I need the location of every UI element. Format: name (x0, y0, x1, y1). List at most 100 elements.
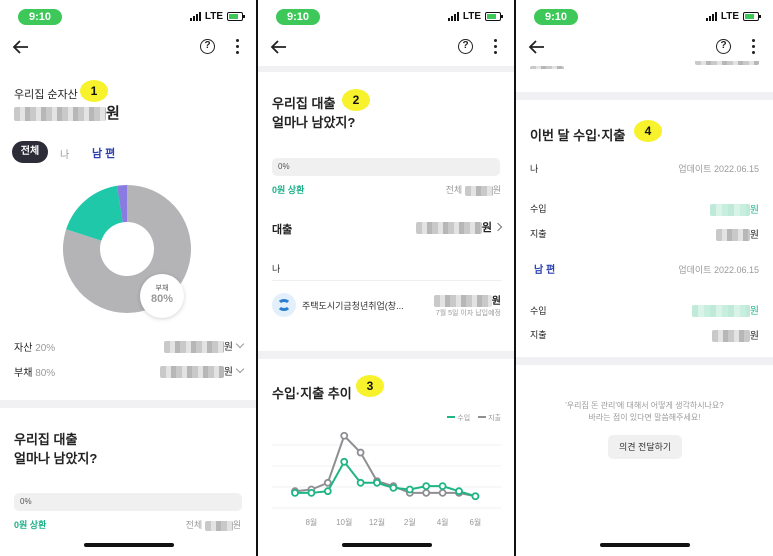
tab-husband[interactable]: 남 편 (92, 145, 115, 161)
network-label: LTE (462, 11, 481, 22)
screen-loan-and-trend: 9:10 LTE ? 우리집 대출 얼마나 남았지? 2 0% 0원 상환 전체 … (258, 0, 515, 556)
home-indicator[interactable] (341, 543, 432, 547)
screen-monthly-income-expense: 9:10 LTE ? 이번 달 수입·지출 4 나 업데이트 2022.06.1… (516, 0, 773, 556)
battery-icon (743, 12, 761, 21)
signal-icon (705, 12, 717, 21)
signal-icon (189, 12, 201, 21)
back-arrow-icon[interactable] (528, 38, 546, 56)
member-me-updated: 업데이트 2022.06.15 (678, 164, 759, 174)
section-divider (0, 400, 257, 408)
annotation-marker-2: 2 (342, 89, 370, 111)
income-point-11 (471, 492, 480, 501)
annotation-marker-1: 1 (80, 80, 108, 102)
me-expense-label: 지출 (530, 229, 547, 239)
signal-icon (447, 12, 459, 21)
status-bar: 9:10 LTE (0, 8, 257, 28)
bank-logo-icon (272, 293, 296, 317)
back-arrow-icon[interactable] (12, 38, 30, 56)
expense-point-9 (438, 488, 447, 497)
back-arrow-icon[interactable] (270, 38, 288, 56)
loan-progress-bar: 0% (272, 158, 500, 176)
section-divider (516, 357, 773, 365)
repaid-amount: 0원 상환 (272, 185, 305, 195)
more-icon[interactable] (235, 39, 239, 54)
trend-title: 수입·지출 추이 (272, 386, 352, 401)
income-expense-trend-chart: 8월 10월 12월 2월 4월 6월 (272, 431, 501, 527)
battery-icon (227, 12, 245, 21)
loan-amount[interactable]: 원 (415, 219, 503, 235)
feedback-button[interactable]: 의견 전달하기 (608, 435, 683, 459)
net-assets-title: 우리집 순자산 (14, 89, 78, 101)
section-divider (516, 92, 773, 100)
network-label: LTE (204, 11, 223, 22)
help-icon[interactable]: ? (716, 39, 731, 54)
husband-income-value: 원 (691, 302, 759, 318)
feedback-prompt: '우리집 돈 관리'에 대해서 어떻게 생각하시나요? 바라는 점이 있다면 말… (565, 401, 724, 422)
x-tick-label-0: 8월 (305, 517, 317, 527)
income-point-8 (422, 482, 431, 491)
loan-item-name[interactable]: 주택도시기금청년취업(창... (302, 299, 404, 312)
section-divider (258, 351, 515, 359)
battery-icon (485, 12, 503, 21)
loan-item-amount: 원 (433, 292, 501, 308)
loan-progress-bar: 0% (14, 493, 242, 511)
debt-row-value[interactable]: 원 (159, 363, 245, 379)
help-icon[interactable]: ? (458, 39, 473, 54)
help-icon[interactable]: ? (200, 39, 215, 54)
section-divider (258, 66, 515, 72)
more-icon[interactable] (751, 39, 755, 54)
loan-label: 대출 (272, 224, 293, 236)
status-bar: 9:10 LTE (516, 8, 773, 28)
network-label: LTE (720, 11, 739, 22)
loan-section-title: 우리집 대출 얼마나 남았지? (14, 432, 98, 466)
status-time: 9:10 (534, 9, 578, 25)
more-icon[interactable] (493, 39, 497, 54)
husband-income-label: 수입 (530, 306, 547, 316)
net-assets-amount: 원 (14, 102, 120, 123)
income-series-line (295, 459, 476, 498)
member-husband-label: 남 편 (534, 265, 556, 276)
masked-amount (14, 107, 106, 122)
scrolled-content-peek (530, 61, 759, 69)
status-time: 9:10 (18, 9, 62, 25)
income-point-7 (405, 485, 414, 494)
member-husband-updated: 업데이트 2022.06.15 (678, 265, 759, 275)
income-point-1 (307, 488, 316, 497)
loan-total: 전체 원 (445, 185, 501, 196)
expense-point-8 (422, 488, 431, 497)
expense-point-4 (356, 448, 365, 457)
x-tick-label-1: 10월 (336, 517, 352, 527)
home-indicator[interactable] (83, 543, 174, 547)
annotation-marker-3: 3 (356, 375, 384, 397)
status-bar: 9:10 LTE (258, 8, 515, 28)
asset-row-value[interactable]: 원 (163, 338, 245, 354)
annotation-marker-4: 4 (634, 120, 662, 142)
loan-item-due: 7월 5일 이자 납입예정 (435, 310, 501, 317)
husband-expense-label: 지출 (530, 330, 547, 340)
x-tick-label-4: 4월 (437, 517, 449, 527)
income-point-6 (389, 483, 398, 492)
tab-me[interactable]: 나 (60, 146, 69, 161)
x-tick-label-3: 2월 (404, 517, 416, 527)
husband-expense-value: 원 (711, 327, 759, 343)
debt-badge: 부채 80% (140, 274, 184, 318)
home-indicator[interactable] (599, 543, 690, 547)
debt-row-label: 부채 80% (14, 368, 56, 379)
nav-bar: ? (516, 36, 773, 62)
asset-row-label: 자산 20% (14, 343, 56, 354)
member-me-label: 나 (530, 164, 539, 174)
loan-total: 전체 원 (185, 520, 241, 531)
x-tick-label-2: 12월 (369, 517, 385, 527)
income-point-2 (323, 487, 332, 496)
member-me-label: 나 (272, 264, 281, 274)
income-point-5 (373, 478, 381, 487)
income-point-10 (455, 487, 463, 496)
status-time: 9:10 (276, 9, 320, 25)
expense-point-3 (340, 431, 349, 440)
me-expense-value: 원 (715, 226, 759, 242)
me-income-value: 원 (709, 201, 759, 217)
month-summary-title: 이번 달 수입·지출 (530, 128, 626, 143)
nav-bar: ? (0, 36, 257, 62)
income-point-3 (340, 457, 349, 466)
tab-all[interactable]: 전체 (12, 141, 48, 163)
